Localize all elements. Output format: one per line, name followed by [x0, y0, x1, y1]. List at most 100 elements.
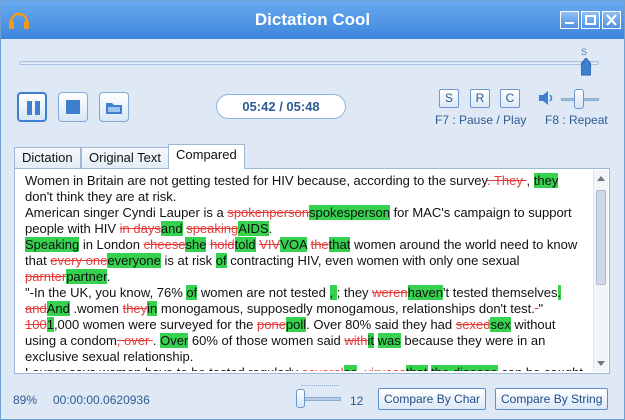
added-word: VOA: [280, 237, 307, 252]
text-segment: using a condom: [25, 333, 117, 348]
close-button[interactable]: [602, 11, 621, 29]
compared-line: don't think they are at risk.: [25, 189, 593, 205]
added-word: told: [234, 237, 256, 252]
removed-word: every one: [50, 253, 108, 268]
text-segment: .: [268, 221, 273, 236]
text-segment: monogamous, supposedly monogamous, relat…: [157, 301, 535, 316]
hint-pause: F7 : Pause / Play: [435, 113, 527, 127]
compared-panel: Women in Britain are not getting tested …: [14, 168, 610, 374]
pause-button[interactable]: [17, 92, 47, 122]
text-segment: women are not tested: [197, 285, 330, 300]
removed-word: speaking: [186, 221, 239, 236]
maximize-button[interactable]: [581, 11, 600, 29]
seek-thumb[interactable]: [581, 58, 591, 76]
removed-word: the: [310, 237, 329, 252]
added-word: and: [160, 221, 183, 236]
added-word: of: [186, 285, 198, 300]
key-r-button[interactable]: R: [470, 89, 490, 108]
vertical-scrollbar[interactable]: [593, 170, 608, 372]
text-segment: is at risk: [160, 253, 216, 268]
added-word: the disease: [431, 365, 498, 371]
text-segment: exclusive sexual relationship.: [25, 349, 194, 364]
removed-word: with: [344, 333, 368, 348]
removed-word: . They: [487, 173, 527, 188]
added-word: was: [377, 333, 401, 348]
text-segment: 't tested themselves: [443, 285, 558, 300]
text-segment: because they were in an: [400, 333, 546, 348]
tab-compared[interactable]: Compared: [168, 144, 245, 169]
compare-by-string-button[interactable]: Compare By String: [495, 388, 609, 410]
minimize-button[interactable]: [560, 11, 579, 29]
added-word: of: [215, 253, 227, 268]
compared-line: "-In the UK, you know, 76% of women are …: [25, 285, 593, 301]
text-segment: 60% of those women said: [188, 333, 345, 348]
added-word: And: [46, 301, 70, 316]
removed-word: VIV: [259, 237, 281, 252]
tab-dictation[interactable]: Dictation: [14, 147, 81, 168]
tab-original-text[interactable]: Original Text: [81, 147, 170, 168]
compared-line: parnterpartner.: [25, 269, 593, 285]
key-c-button[interactable]: C: [500, 89, 520, 108]
stop-icon: [66, 100, 80, 114]
text-segment: ,: [526, 173, 534, 188]
text-segment: "-In the UK, you know, 76%: [25, 285, 187, 300]
text-segment: for MAC's campaign to support: [389, 205, 572, 220]
text-segment: . Over 80% said they had: [306, 317, 456, 332]
scroll-thumb[interactable]: [596, 190, 606, 285]
open-file-button[interactable]: [99, 92, 129, 122]
compare-slider-thumb[interactable]: [296, 389, 305, 408]
removed-word: weren: [372, 285, 408, 300]
compared-line: American singer Cyndi Lauper is a spoken…: [25, 205, 593, 221]
added-word: Over: [160, 333, 189, 348]
removed-word: several: [302, 365, 344, 371]
removed-word: , over: [116, 333, 153, 348]
added-word: in: [147, 301, 158, 316]
maximize-icon: [585, 15, 596, 25]
seek-bar[interactable]: [19, 61, 599, 65]
compare-by-char-button[interactable]: Compare By Char: [378, 388, 487, 410]
slider-ticks: [301, 385, 339, 388]
compared-line: 1001,000 women were surveyed for the pon…: [25, 317, 593, 333]
hint-repeat: F8 : Repeat: [545, 113, 608, 127]
added-word: .: [557, 285, 562, 300]
added-word: ,: [329, 285, 337, 300]
volume-icon[interactable]: [538, 90, 556, 106]
text-segment: Women in Britain are not getting tested …: [25, 173, 487, 188]
text-segment: .: [106, 269, 111, 284]
folder-icon: [106, 103, 122, 114]
key-s-button[interactable]: S: [439, 89, 459, 108]
removed-word: viruses: [365, 365, 406, 371]
text-segment: people with HIV: [25, 221, 120, 236]
title-bar[interactable]: Dictation Cool: [1, 1, 624, 39]
text-segment: that: [25, 253, 51, 268]
text-segment: women around the world need to know: [350, 237, 578, 252]
text-segment: don't think they are at risk.: [25, 189, 177, 204]
text-segment: .women: [69, 301, 123, 316]
compared-line: andAnd .women theyin monogamous, suppose…: [25, 301, 593, 317]
stop-button[interactable]: [58, 92, 88, 122]
removed-word: spokenperson: [227, 205, 309, 220]
scroll-down-icon[interactable]: [597, 361, 605, 366]
removed-word: parnter: [25, 269, 67, 284]
added-word: so: [343, 365, 358, 371]
text-segment: can be caught: [498, 365, 583, 371]
compared-line: exclusive sexual relationship.: [25, 349, 593, 365]
volume-slider-thumb[interactable]: [574, 89, 584, 109]
removed-word: cheese: [143, 237, 186, 252]
removed-word: pone: [257, 317, 286, 332]
compared-text-area[interactable]: Women in Britain are not getting tested …: [25, 173, 593, 371]
removed-word: in days: [119, 221, 161, 236]
text-segment: in London: [79, 237, 144, 252]
text-segment: without: [510, 317, 556, 332]
scroll-up-icon[interactable]: [597, 176, 605, 181]
time-display: 05:42 / 05:48: [216, 94, 346, 119]
added-word: 1: [46, 317, 54, 332]
slider-value: 12: [350, 394, 364, 408]
pause-icon: [27, 101, 40, 115]
added-word: Speaking: [25, 237, 80, 252]
removed-word: and: [25, 301, 47, 316]
text-segment: ,000 women were surveyed for the: [53, 317, 257, 332]
window-title: Dictation Cool: [254, 10, 371, 29]
compared-line: Speaking in London cheeseshe holdtold VI…: [25, 237, 593, 253]
text-segment: Lauper says women have to be tested regu…: [25, 365, 302, 371]
